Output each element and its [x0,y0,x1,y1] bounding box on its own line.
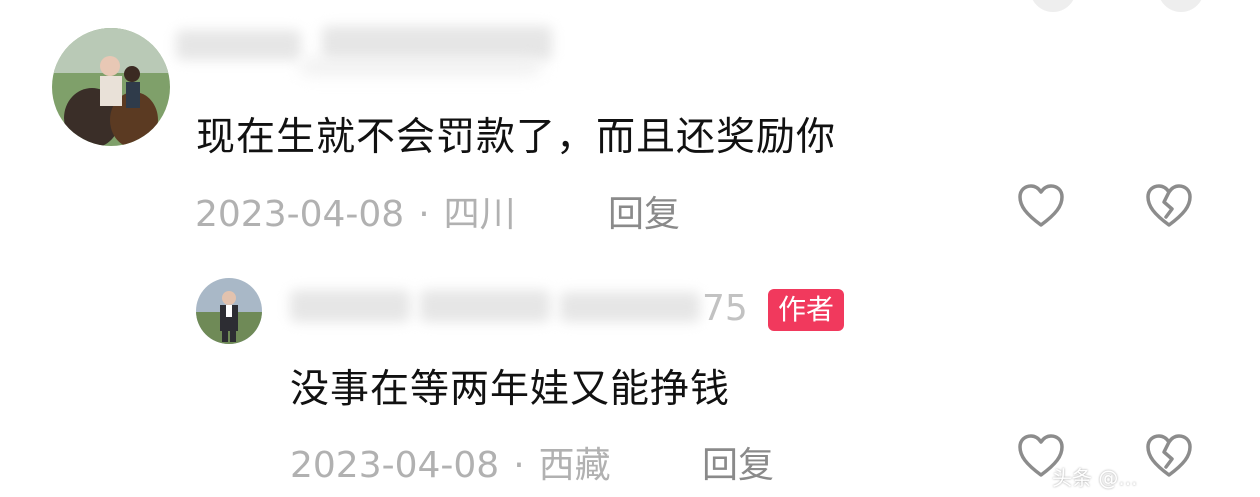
comment-location: 四川 [443,194,516,235]
meta-separator: · [418,194,430,235]
author-badge: 作者 [768,289,845,331]
avatar-photo-icon [52,28,170,146]
comment-date: 2023-04-08 [195,194,405,235]
username-blurred [560,292,700,322]
username-blurred [322,26,552,60]
top-button-partial [1158,0,1204,12]
broken-heart-icon[interactable] [1144,182,1194,232]
broken-heart-icon[interactable] [1144,432,1194,482]
reply-button[interactable]: 回复 [702,436,774,488]
username-blurred [300,60,540,74]
watermark: 头条 @... [1052,466,1138,490]
reply-button[interactable]: 回复 [608,185,680,237]
username-tail: 75 [702,288,748,329]
comment-text: 没事在等两年娃又能挣钱 [290,367,731,412]
comment-date: 2023-04-08 [290,445,500,486]
username-blurred [176,30,301,60]
comment-meta: 2023-04-08 · 四川 [195,185,516,237]
author-avatar[interactable] [196,278,262,344]
username-blurred [420,290,550,322]
heart-outline-icon[interactable] [1016,182,1066,232]
comment-location: 西藏 [538,445,611,486]
meta-separator: · [513,445,525,486]
top-button-partial [1030,0,1076,12]
username-blurred [290,290,410,322]
user-avatar[interactable] [52,28,170,146]
avatar-photo-icon [196,278,262,344]
comment-text: 现在生就不会罚款了，而且还奖励你 [196,115,837,160]
comment-meta: 2023-04-08 · 西藏 [290,436,611,488]
